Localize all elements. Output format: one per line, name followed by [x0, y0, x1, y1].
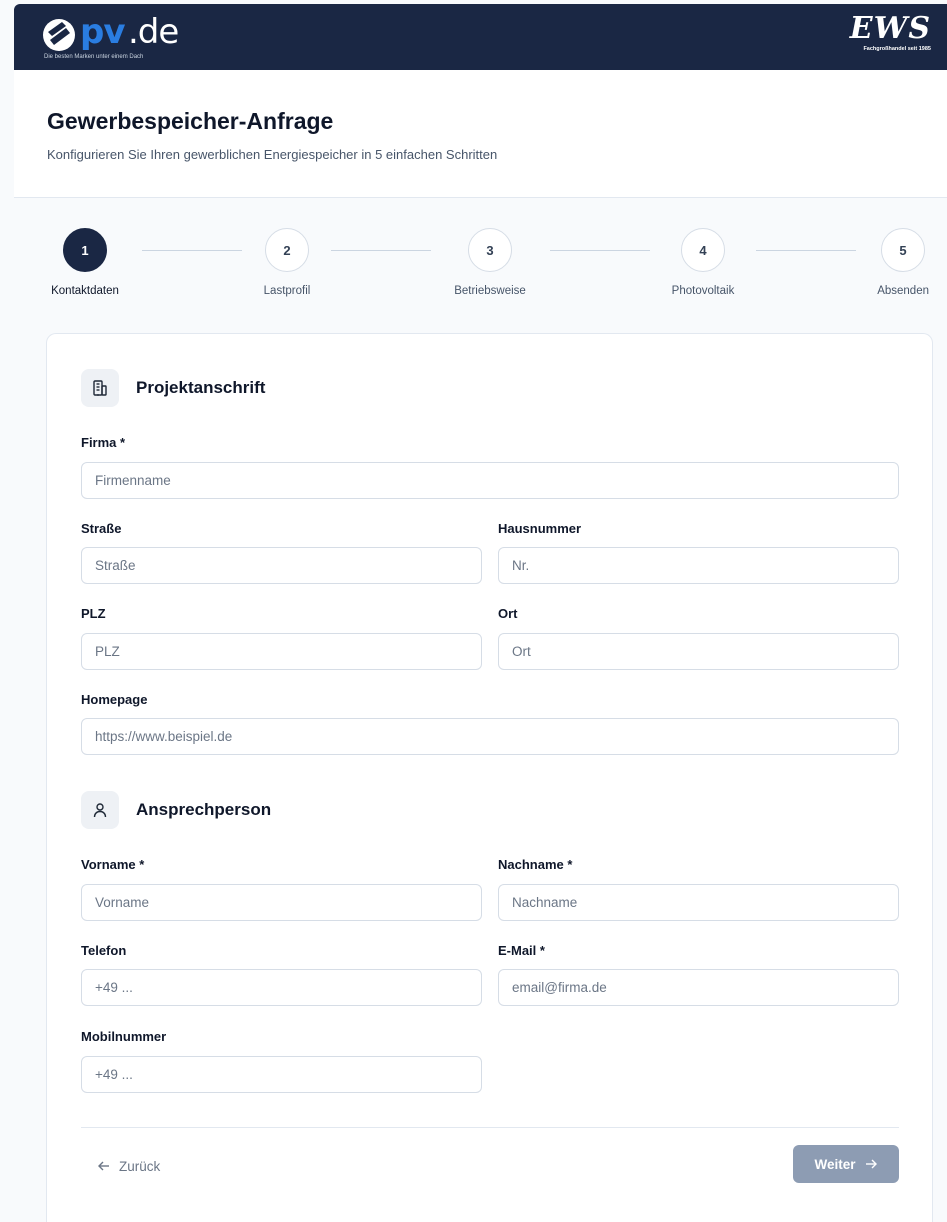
step-connector [142, 250, 242, 251]
street-input[interactable] [81, 547, 482, 584]
back-button[interactable]: Zurück [97, 1156, 160, 1176]
step-number: 5 [881, 228, 925, 272]
email-input[interactable] [498, 969, 899, 1006]
step-label: Betriebsweise [454, 285, 526, 297]
logo-pv-text: pv [80, 12, 126, 52]
progress-stepper: 1 Kontaktdaten 2 Lastprofil 3 Betriebswe… [0, 228, 947, 308]
next-button[interactable]: Weiter [793, 1145, 899, 1183]
homepage-label: Homepage [81, 692, 148, 707]
step-number: 3 [468, 228, 512, 272]
step-number: 1 [63, 228, 107, 272]
ews-logo-tagline: Fachgroßhandel seit 1985 [863, 46, 931, 52]
logo-de-text: .de [128, 12, 179, 52]
phone-label: Telefon [81, 943, 127, 958]
city-label: Ort [498, 606, 518, 621]
mobile-label: Mobilnummer [81, 1029, 167, 1044]
step-3-betriebsweise[interactable]: 3 Betriebsweise [454, 228, 526, 297]
step-label: Absenden [877, 285, 929, 297]
company-input[interactable] [81, 462, 899, 499]
step-number: 4 [681, 228, 725, 272]
logo-tagline: Die besten Marken unter einem Dach [44, 54, 144, 60]
building-icon [81, 369, 119, 407]
arrow-right-icon [865, 1159, 877, 1169]
step-label: Lastprofil [263, 285, 311, 297]
step-number: 2 [265, 228, 309, 272]
page-title-section: Gewerbespeicher-Anfrage Konfigurieren Si… [14, 70, 947, 198]
form-card: Projektanschrift Firma * Straße Hausnumm… [46, 333, 933, 1222]
arrow-left-icon [98, 1161, 109, 1171]
city-input[interactable] [498, 633, 899, 670]
step-1-kontaktdaten[interactable]: 1 Kontaktdaten [51, 228, 119, 297]
section-title: Projektanschrift [136, 378, 266, 397]
page-title: Gewerbespeicher-Anfrage [47, 108, 334, 134]
zip-input[interactable] [81, 633, 482, 670]
homepage-input[interactable] [81, 718, 899, 755]
phone-input[interactable] [81, 969, 482, 1006]
mobile-input[interactable] [81, 1056, 482, 1093]
step-2-lastprofil[interactable]: 2 Lastprofil [264, 228, 310, 297]
first-name-input[interactable] [81, 884, 482, 921]
step-4-photovoltaik[interactable]: 4 Photovoltaik [672, 228, 734, 297]
first-name-label: Vorname * [81, 857, 145, 872]
next-button-label: Weiter [814, 1156, 856, 1172]
house-number-input[interactable] [498, 547, 899, 584]
last-name-input[interactable] [498, 884, 899, 921]
step-connector [331, 250, 431, 251]
user-icon [81, 791, 119, 829]
step-label: Photovoltaik [671, 285, 735, 297]
back-button-label: Zurück [119, 1158, 161, 1174]
company-label: Firma * [81, 435, 126, 450]
email-label: E-Mail * [498, 943, 545, 958]
pv-logo-mark-icon [43, 19, 75, 51]
step-connector [550, 250, 650, 251]
page-subtitle: Konfigurieren Sie Ihren gewerblichen Ene… [47, 147, 498, 162]
form-divider [81, 1127, 899, 1128]
last-name-label: Nachname * [498, 857, 573, 872]
zip-label: PLZ [81, 606, 106, 621]
step-5-absenden[interactable]: 5 Absenden [877, 228, 929, 297]
top-header: pv .de Die besten Marken unter einem Dac… [14, 4, 947, 70]
house-number-label: Hausnummer [498, 521, 582, 536]
section-title: Ansprechperson [136, 800, 272, 819]
step-label: Kontaktdaten [51, 285, 119, 297]
ews-logo[interactable]: EWS Fachgroßhandel seit 1985 [849, 11, 931, 53]
street-label: Straße [81, 521, 122, 536]
ews-logo-text: EWS [849, 11, 931, 46]
step-connector [756, 250, 856, 251]
